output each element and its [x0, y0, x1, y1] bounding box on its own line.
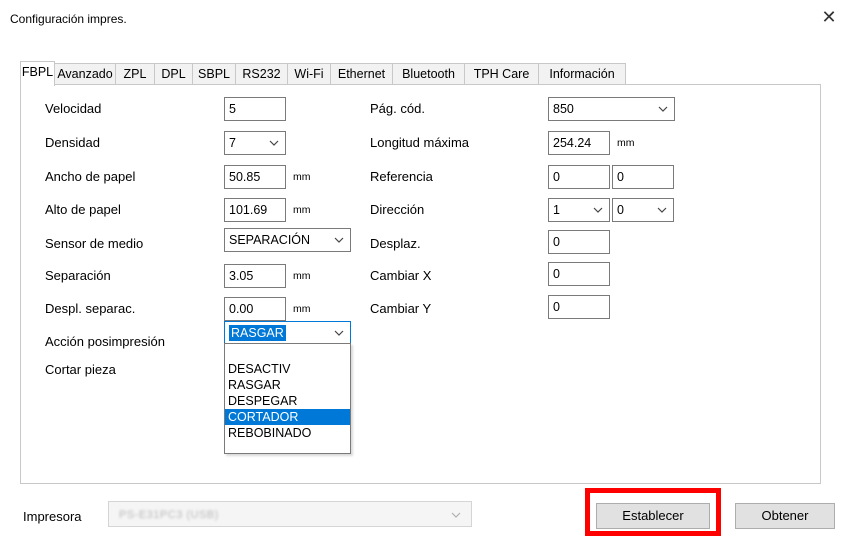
chevron-down-icon — [451, 512, 461, 518]
option-desactiv[interactable]: DESACTIV — [225, 361, 350, 377]
despl-input[interactable]: 0.00 — [224, 297, 286, 321]
close-icon[interactable]: ✕ — [815, 4, 843, 30]
sensor-value: SEPARACIÓN — [229, 233, 311, 247]
accion-value: RASGAR — [229, 325, 286, 341]
set-button[interactable]: Establecer — [596, 503, 710, 529]
tab-zpl[interactable]: ZPL — [115, 63, 155, 85]
cambiarx-input[interactable]: 0 — [548, 262, 610, 286]
direccion-select-2[interactable]: 0 — [612, 198, 674, 222]
accion-dropdown-list: DESACTIV RASGAR DESPEGAR CORTADOR REBOBI… — [224, 343, 351, 454]
tab-avanzado[interactable]: Avanzado — [54, 63, 116, 85]
accion-select[interactable]: RASGAR — [224, 321, 351, 345]
tab-bluetooth[interactable]: Bluetooth — [392, 63, 465, 85]
pagcod-value: 850 — [553, 102, 574, 116]
alto-input[interactable]: 101.69 — [224, 198, 286, 222]
velocidad-label: Velocidad — [45, 101, 102, 116]
separacion-input[interactable]: 3.05 — [224, 264, 286, 288]
ancho-label: Ancho de papel — [45, 169, 136, 184]
ancho-unit: mm — [293, 171, 311, 183]
sensor-label: Sensor de medio — [45, 236, 144, 251]
despl-label: Despl. separac. — [45, 301, 136, 316]
direccion-label: Dirección — [370, 202, 425, 217]
cambiarx-label: Cambiar X — [370, 268, 432, 283]
chevron-down-icon — [657, 207, 667, 213]
title-bar: Configuración impres. ✕ — [0, 0, 843, 36]
densidad-value: 7 — [229, 136, 236, 150]
chevron-down-icon — [269, 140, 279, 146]
pagcod-label: Pág. cód. — [370, 101, 425, 116]
cambiary-label: Cambiar Y — [370, 301, 432, 316]
densidad-select[interactable]: 7 — [224, 131, 286, 155]
tab-dpl[interactable]: DPL — [154, 63, 193, 85]
densidad-label: Densidad — [45, 135, 100, 150]
referencia-y-input[interactable]: 0 — [612, 165, 674, 189]
tab-rs232[interactable]: RS232 — [235, 63, 288, 85]
tab-tph-care[interactable]: TPH Care — [464, 63, 539, 85]
pagcod-select[interactable]: 850 — [548, 97, 675, 121]
direccion-select-1[interactable]: 1 — [548, 198, 610, 222]
chevron-down-icon — [658, 106, 668, 112]
desplaz-label: Desplaz. — [370, 236, 421, 251]
referencia-x-input[interactable]: 0 — [548, 165, 610, 189]
option-despegar[interactable]: DESPEGAR — [225, 393, 350, 409]
get-button[interactable]: Obtener — [735, 503, 835, 529]
separacion-label: Separación — [45, 268, 111, 283]
tab-wifi[interactable]: Wi-Fi — [287, 63, 331, 85]
option-cortador[interactable]: CORTADOR — [225, 409, 350, 425]
direccion-value-1: 1 — [553, 203, 560, 217]
option-rasgar[interactable]: RASGAR — [225, 377, 350, 393]
velocidad-input[interactable]: 5 — [224, 97, 286, 121]
separacion-unit: mm — [293, 270, 311, 282]
chevron-down-icon — [334, 237, 344, 243]
chevron-down-icon — [334, 330, 344, 336]
tab-sbpl[interactable]: SBPL — [192, 63, 236, 85]
cambiary-input[interactable]: 0 — [548, 295, 610, 319]
sensor-select[interactable]: SEPARACIÓN — [224, 228, 351, 252]
despl-unit: mm — [293, 303, 311, 315]
referencia-label: Referencia — [370, 169, 433, 184]
accion-label: Acción posimpresión — [45, 334, 165, 349]
printer-select[interactable]: PS-E31PC3 (USB) — [108, 501, 472, 527]
chevron-down-icon — [593, 207, 603, 213]
option-rebobinado[interactable]: REBOBINADO — [225, 425, 350, 441]
alto-unit: mm — [293, 204, 311, 216]
longitud-unit: mm — [617, 137, 635, 149]
tab-informacion[interactable]: Información — [538, 63, 626, 85]
desplaz-input[interactable]: 0 — [548, 230, 610, 254]
cortar-label: Cortar pieza — [45, 362, 116, 377]
ancho-input[interactable]: 50.85 — [224, 165, 286, 189]
printer-label: Impresora — [23, 509, 82, 524]
tab-ethernet[interactable]: Ethernet — [330, 63, 393, 85]
longitud-input[interactable]: 254.24 — [548, 131, 610, 155]
tab-fbpl[interactable]: FBPL — [20, 61, 55, 86]
window-title: Configuración impres. — [10, 12, 127, 26]
printer-value: PS-E31PC3 (USB) — [119, 509, 219, 521]
direccion-value-2: 0 — [617, 203, 624, 217]
alto-label: Alto de papel — [45, 202, 121, 217]
longitud-label: Longitud máxima — [370, 135, 469, 150]
